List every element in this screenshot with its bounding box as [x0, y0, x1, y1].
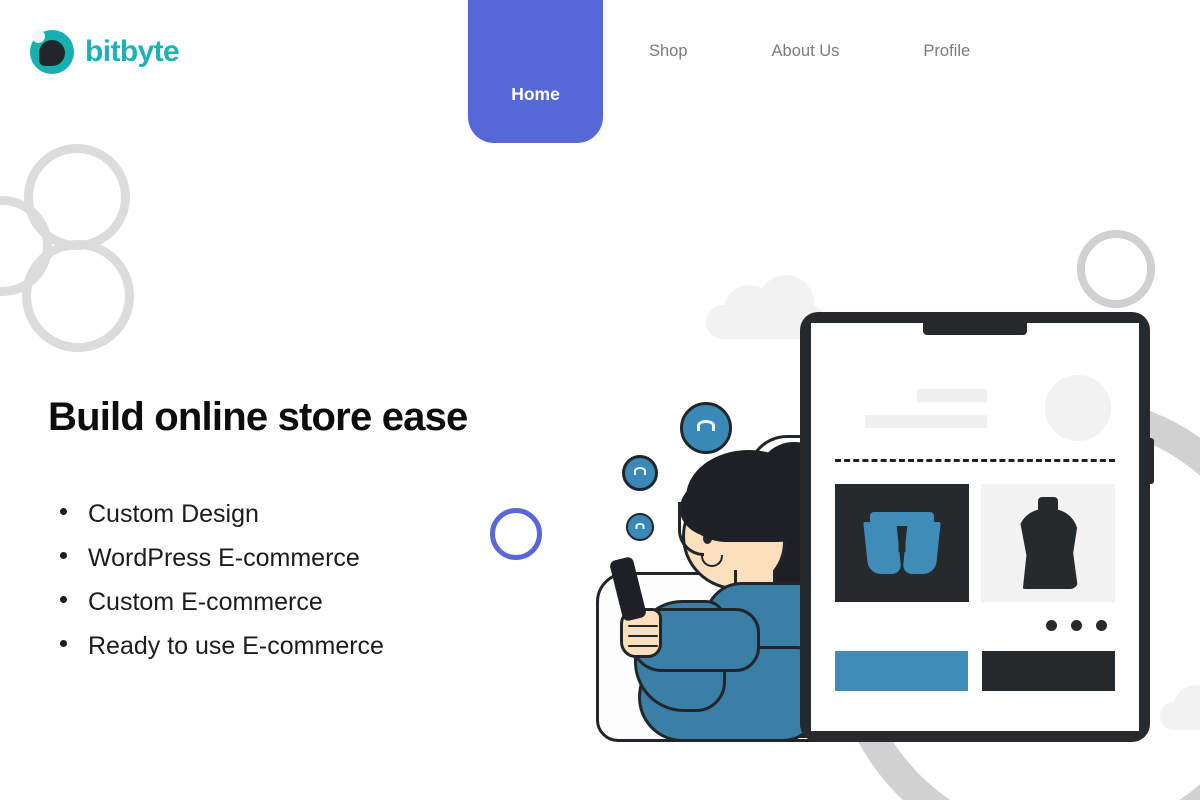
woman-shopping-on-tablet-illustration [560, 250, 1200, 800]
list-item-label: Custom E-commerce [88, 588, 323, 616]
secondary-action-button[interactable] [982, 651, 1115, 691]
nav-item-shop[interactable]: Shop [621, 0, 716, 102]
cloud-shape-lower [1160, 685, 1200, 730]
shorts-icon [863, 512, 941, 574]
list-item: Custom E-commerce [48, 580, 468, 624]
tablet-device [800, 312, 1154, 742]
hero-page: bitbyte Home Shop About Us Profile Build… [0, 0, 1200, 800]
decorative-ring-purple [490, 508, 542, 560]
product-card-row [835, 484, 1115, 602]
pagination-dot[interactable] [1096, 620, 1107, 631]
nav-label-home: Home [511, 84, 560, 104]
list-item-label: Ready to use E-commerce [88, 632, 384, 660]
placeholder-bar [865, 415, 987, 428]
nav-label-shop: Shop [649, 41, 688, 60]
tanktop-product-card[interactable] [981, 484, 1115, 602]
tanktop-icon [1016, 497, 1080, 589]
pagination-dot[interactable] [1046, 620, 1057, 631]
tablet-side-button [1149, 438, 1154, 484]
tablet-screen [811, 323, 1139, 731]
avatar [1045, 375, 1111, 441]
list-item-label: WordPress E-commerce [88, 544, 360, 572]
pagination-dots[interactable] [827, 620, 1107, 631]
list-item-label: Custom Design [88, 500, 259, 528]
page-title: Build online store ease [48, 395, 468, 439]
screen-action-buttons [835, 651, 1115, 691]
nav-item-home[interactable]: Home [468, 0, 603, 143]
decorative-ring-mid-left [0, 196, 52, 296]
pagination-dot[interactable] [1071, 620, 1082, 631]
list-item: WordPress E-commerce [48, 536, 468, 580]
shorts-product-card[interactable] [835, 484, 969, 602]
list-item: Ready to use E-commerce [48, 624, 468, 668]
bullet-icon [60, 508, 67, 515]
phone-icon [608, 556, 648, 622]
placeholder-bar [917, 389, 987, 402]
bullet-icon [60, 596, 67, 603]
decorative-ring-top-left [24, 144, 130, 250]
nav-item-profile[interactable]: Profile [895, 0, 998, 102]
nav-label-profile: Profile [923, 41, 971, 60]
dashed-divider [835, 459, 1115, 462]
hero-content: Build online store ease Custom Design Wo… [48, 395, 468, 668]
site-header: bitbyte Home Shop About Us Profile [0, 0, 1200, 150]
feature-list: Custom Design WordPress E-commerce Custo… [48, 492, 468, 668]
list-item: Custom Design [48, 492, 468, 536]
nav-item-about-us[interactable]: About Us [744, 0, 868, 102]
screen-header [827, 367, 1123, 455]
nav-label-about-us: About Us [771, 41, 840, 60]
main-navigation: Home Shop About Us Profile [468, 0, 998, 150]
brand-logo[interactable]: bitbyte [30, 30, 180, 74]
bullet-icon [60, 640, 67, 647]
tablet-notch [923, 323, 1027, 335]
brand-name: bitbyte [85, 35, 180, 68]
decorative-ring-bottom-left [22, 240, 134, 352]
bullet-icon [60, 552, 67, 559]
bitbyte-logo-icon [30, 30, 74, 74]
primary-action-button[interactable] [835, 651, 968, 691]
